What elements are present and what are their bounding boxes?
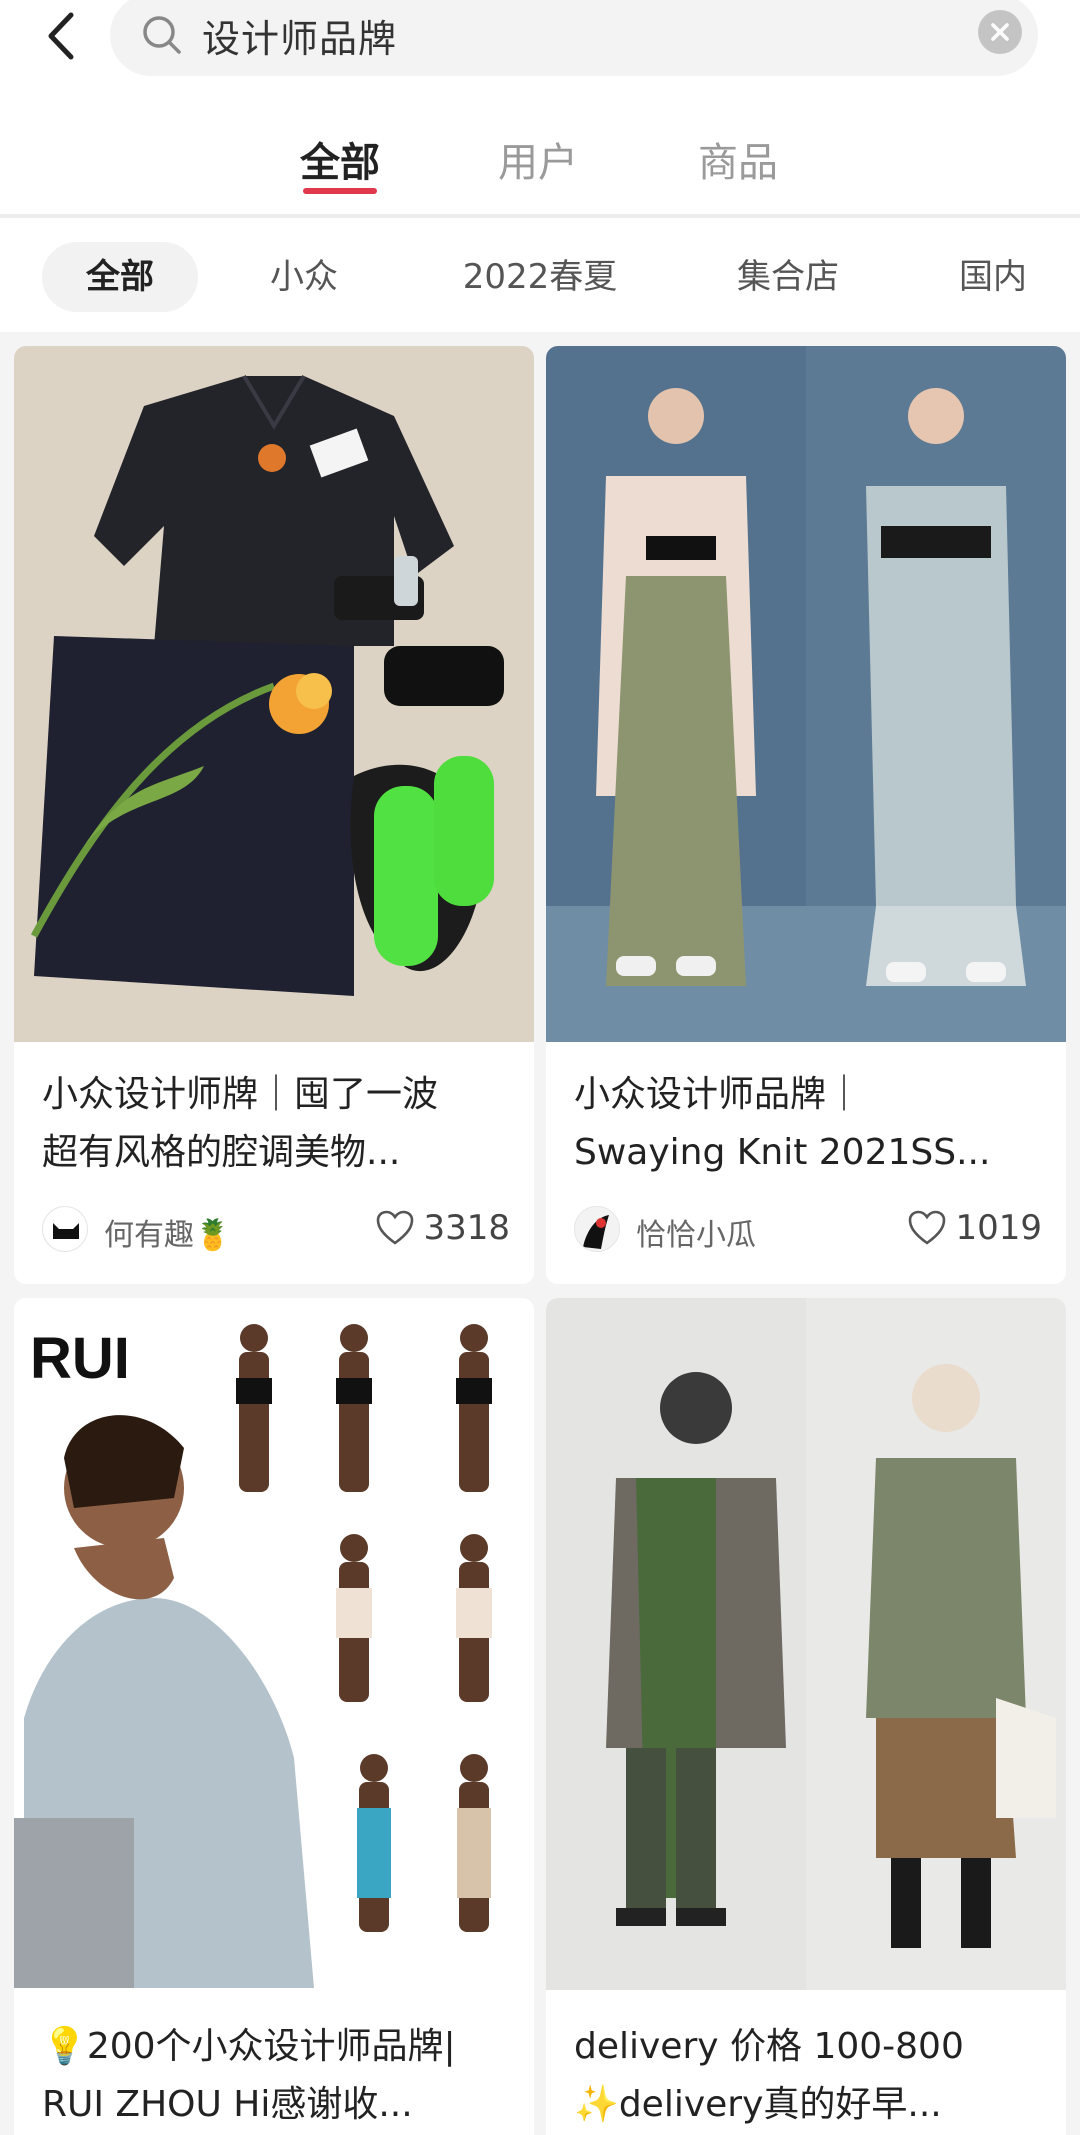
author-name[interactable]: 何有趣🍍 bbox=[104, 1210, 231, 1254]
card-image bbox=[546, 346, 1066, 1042]
result-tabs: 全部 用户 商品 bbox=[0, 80, 1080, 214]
filter-chip-select-store[interactable]: 集合店 bbox=[718, 242, 858, 312]
author-name[interactable]: 恰恰小瓜 bbox=[636, 1210, 756, 1254]
card-title-line: Swaying Knit 2021SS... bbox=[574, 1132, 991, 1173]
close-icon bbox=[991, 23, 1009, 41]
filter-chip-2022-ss[interactable]: 2022春夏 bbox=[440, 242, 640, 312]
avatar[interactable] bbox=[42, 1206, 88, 1252]
like-button[interactable]: 1019 bbox=[907, 1208, 1042, 1248]
filter-chip-domestic[interactable]: 国内 bbox=[938, 242, 1048, 312]
search-bar: 设计师品牌 bbox=[0, 0, 1080, 80]
tab-users[interactable]: 用户 bbox=[478, 130, 598, 188]
card-title-line: ✨delivery真的好早... bbox=[574, 2084, 942, 2125]
card-title-line: 小众设计师品牌｜ bbox=[574, 1074, 863, 1115]
clear-button[interactable] bbox=[978, 10, 1022, 54]
card-title-line: delivery 价格 100-800 bbox=[574, 2026, 964, 2067]
search-input[interactable]: 设计师品牌 bbox=[110, 0, 1038, 76]
card-image: RUI bbox=[14, 1298, 534, 1988]
card-title-line: 小众设计师牌｜囤了一波 bbox=[42, 1074, 439, 1115]
filter-chips: 全部 小众 2022春夏 集合店 国内 bbox=[0, 218, 1080, 332]
tab-products[interactable]: 商品 bbox=[678, 130, 798, 188]
card-image bbox=[14, 346, 534, 1042]
search-icon bbox=[140, 13, 184, 57]
avatar[interactable] bbox=[574, 1206, 620, 1252]
card-title-line: 超有风格的腔调美物... bbox=[42, 1132, 401, 1173]
heart-icon bbox=[909, 1210, 946, 1245]
feed-card[interactable]: 小众设计师牌｜囤了一波 超有风格的腔调美物... 何有趣🍍 3318 bbox=[14, 346, 534, 1284]
like-count: 3318 bbox=[423, 1208, 510, 1248]
feed-card[interactable]: 小众设计师品牌｜ Swaying Knit 2021SS... 恰恰小瓜 101… bbox=[546, 346, 1066, 1284]
like-count: 1019 bbox=[955, 1208, 1042, 1248]
filter-chip-all[interactable]: 全部 bbox=[42, 242, 198, 312]
tab-all[interactable]: 全部 bbox=[280, 130, 400, 188]
feed-card[interactable]: delivery 价格 100-800 ✨delivery真的好早... bbox=[546, 1298, 1066, 2135]
feed-card[interactable]: RUI 💡200个小众设计师品牌| RUI ZHOU Hi感谢收... bbox=[14, 1298, 534, 2135]
search-query: 设计师品牌 bbox=[202, 16, 398, 61]
filter-chip-niche[interactable]: 小众 bbox=[244, 242, 364, 312]
like-button[interactable]: 3318 bbox=[375, 1208, 510, 1248]
active-tab-indicator bbox=[303, 188, 377, 194]
brand-logo-text: RUI bbox=[30, 1326, 130, 1391]
card-image bbox=[546, 1298, 1066, 1990]
card-meta: 恰恰小瓜 1019 bbox=[574, 1204, 1042, 1254]
heart-icon bbox=[377, 1210, 414, 1245]
back-button[interactable] bbox=[38, 8, 82, 64]
card-title-line: 💡200个小众设计师品牌| bbox=[42, 2026, 456, 2067]
card-title-line: RUI ZHOU Hi感谢收... bbox=[42, 2084, 413, 2125]
chevron-left-icon bbox=[48, 12, 74, 60]
card-meta: 何有趣🍍 3318 bbox=[42, 1204, 510, 1254]
